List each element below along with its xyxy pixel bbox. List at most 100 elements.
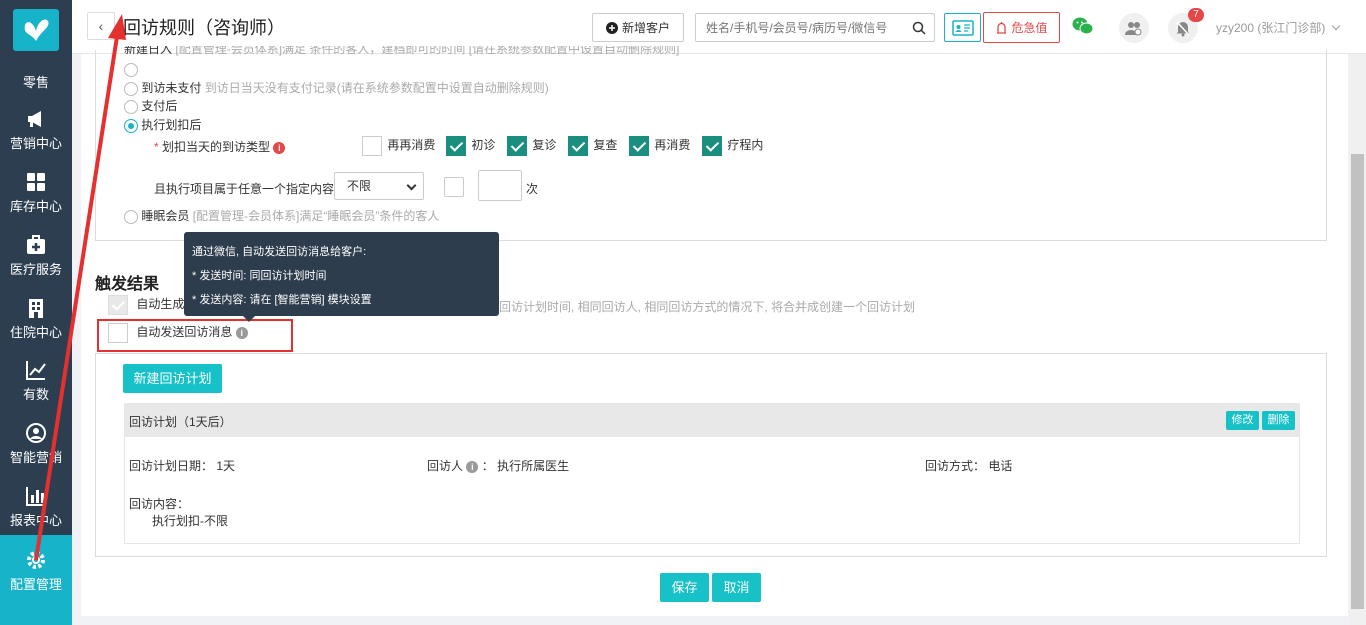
project-label: 且执行项目属于任意一个指定内容 — [154, 182, 335, 196]
unpaid-label: 到访未支付 — [141, 81, 202, 95]
sidebar-item-marketing[interactable]: 营销中心 — [0, 108, 72, 170]
sidebar-item-label: 住院中心 — [9, 325, 62, 340]
after-deduct-radio[interactable] — [124, 118, 138, 133]
bar-chart-icon — [26, 487, 45, 506]
sleep-member-label: 睡眠会员 — [141, 209, 190, 223]
project-select[interactable]: 不限 — [334, 172, 424, 200]
chevron-down-icon — [406, 180, 417, 191]
unpaid-row: 到访未支付 到访日当天没有支付记录(请在系统参数配置中设置自动删除规则) — [124, 79, 549, 96]
visit-type-option[interactable]: 复诊 — [507, 136, 556, 156]
clipped-condition-hint: [配置管理-会员体系]满足 条件的客人，建档即可的时间 [请在系统参数配置中设置… — [175, 46, 680, 56]
auto-create-checkbox — [108, 295, 128, 315]
visit-type-option-label: 再消费 — [654, 138, 691, 153]
tooltip-line: * 发送内容: 请在 [智能营销] 模块设置 — [192, 294, 372, 306]
visit-plan-header: 回访计划（1天后） 修改 删除 — [125, 404, 1299, 437]
sidebar-item-label: 营销中心 — [9, 136, 62, 151]
plan-visitor-label: 回访人 — [427, 459, 464, 473]
after-deduct-row: 执行划扣后 — [124, 116, 201, 133]
visit-type-option[interactable]: 初诊 — [446, 136, 495, 156]
megaphone-icon — [28, 111, 41, 127]
bell-off-icon — [1176, 20, 1190, 36]
visit-type-checkbox[interactable] — [568, 136, 588, 156]
wechat-icon[interactable] — [1072, 16, 1094, 36]
sidebar-item-label: 报表中心 — [9, 513, 62, 528]
blank-radio-row — [124, 62, 138, 77]
visit-type-option[interactable]: 疗程内 — [702, 136, 763, 156]
new-visit-plan-button[interactable]: 新建回访计划 — [123, 364, 222, 393]
sidebar: 零售 营销中心 库存中心 医疗服务 住院中心 有数 智能营销 报表中心 配置管理 — [0, 0, 72, 625]
back-button[interactable]: ‹ — [87, 12, 115, 40]
visit-type-checkbox[interactable] — [362, 136, 382, 156]
visit-type-checkbox[interactable] — [702, 136, 722, 156]
new-customer-button[interactable]: 新增客户 — [592, 13, 684, 42]
auto-create-row: 自动生成 — [108, 295, 184, 315]
blank-radio[interactable] — [124, 62, 138, 77]
after-pay-radio[interactable] — [124, 99, 138, 114]
sidebar-item-config[interactable]: 配置管理 — [0, 535, 72, 625]
sidebar-item-label: 医疗服务 — [9, 262, 62, 277]
visit-plan-card: 回访计划（1天后） 修改 删除 回访计划日期： 1天 回访人 i ： 执行所属医… — [124, 403, 1300, 544]
new-customer-label: 新增客户 — [621, 21, 670, 35]
plan-method: 回访方式： 电话 — [925, 457, 1012, 474]
critical-value-label: 危急值 — [1011, 21, 1048, 35]
hospital-icon — [29, 299, 43, 318]
critical-value-button[interactable]: 危急值 — [983, 12, 1060, 43]
team-icon — [1125, 22, 1142, 36]
sidebar-item-label: 智能营销 — [9, 450, 62, 465]
plan-visitor: 回访人 i ： 执行所属医生 — [427, 459, 570, 473]
team-button[interactable] — [1119, 13, 1149, 43]
edit-plan-button[interactable]: 修改 — [1226, 411, 1259, 430]
visit-plan-panel: 新建回访计划 回访计划（1天后） 修改 删除 回访计划日期： 1天 回访人 i … — [95, 353, 1327, 557]
times-unit: 次 — [526, 182, 539, 196]
after-pay-row: 支付后 — [124, 97, 177, 114]
project-checkbox[interactable] — [444, 177, 464, 197]
delete-plan-button[interactable]: 删除 — [1262, 411, 1295, 430]
info-icon[interactable]: i — [466, 460, 479, 473]
plan-visitor-value: 执行所属医生 — [497, 459, 570, 473]
unpaid-radio[interactable] — [124, 81, 138, 96]
visit-type-option[interactable]: 再消费 — [629, 136, 690, 156]
clipped-condition-row: 新建日入 [配置管理-会员体系]满足 条件的客人，建档即可的时间 [请在系统参数… — [124, 46, 679, 56]
times-input[interactable] — [478, 170, 522, 201]
sleep-member-radio[interactable] — [124, 209, 138, 224]
sidebar-item-inpatient[interactable]: 住院中心 — [0, 297, 72, 359]
auto-create-hint: 回访计划时间, 相同回访人, 相同回访方式的情况下, 将合并成创建一个回访计划 — [499, 300, 916, 314]
sidebar-item-label: 库存中心 — [9, 199, 62, 214]
visit-type-option[interactable]: 再再消费 — [362, 136, 435, 156]
user-menu[interactable]: yzy200 (张江门诊部) — [1216, 19, 1340, 36]
sidebar-item-smart-marketing[interactable]: 智能营销 — [0, 422, 72, 484]
sidebar-item-medical[interactable]: 医疗服务 — [0, 234, 72, 296]
visit-type-checkbox[interactable] — [446, 136, 466, 156]
sidebar-item-data[interactable]: 有数 — [0, 359, 72, 421]
rule-conditions-panel: 新建日入 [配置管理-会员体系]满足 条件的客人，建档即可的时间 [请在系统参数… — [95, 46, 1327, 241]
tooltip-line: * 发送时间: 同回访计划时间 — [192, 270, 327, 282]
info-icon[interactable]: i — [273, 141, 286, 154]
auto-create-label: 自动生成 — [136, 297, 185, 312]
auto-send-tooltip: 通过微信, 自动发送回访消息给客户: * 发送时间: 同回访计划时间 * 发送内… — [184, 232, 499, 322]
plan-date-value: 1天 — [216, 459, 236, 473]
main-content: 新建日入 [配置管理-会员体系]满足 条件的客人，建档即可的时间 [请在系统参数… — [81, 46, 1348, 616]
visit-type-checkbox[interactable] — [507, 136, 527, 156]
search-icon[interactable] — [912, 21, 926, 35]
id-card-icon — [951, 19, 974, 36]
butterfly-logo-icon — [24, 19, 49, 41]
visit-type-option-label: 再再消费 — [387, 138, 436, 153]
plan-date: 回访计划日期： 1天 — [129, 457, 235, 474]
visit-type-checkbox[interactable] — [629, 136, 649, 156]
sidebar-item-inventory[interactable]: 库存中心 — [0, 171, 72, 233]
save-button[interactable]: 保存 — [660, 573, 709, 602]
page-scrollbar[interactable] — [1349, 54, 1366, 625]
id-card-button[interactable] — [944, 13, 981, 42]
visit-type-option[interactable]: 复查 — [568, 136, 617, 156]
plan-method-label: 回访方式： — [925, 459, 986, 473]
sleep-member-hint: [配置管理-会员体系]满足“睡眠会员”条件的客人 — [192, 209, 440, 223]
app-logo[interactable] — [13, 9, 59, 51]
search-input[interactable] — [696, 14, 896, 41]
visit-type-label: 划扣当天的到访类型 — [162, 140, 271, 154]
scrollbar-thumb[interactable] — [1351, 154, 1364, 609]
visit-type-option-label: 初诊 — [471, 138, 496, 153]
grid-icon — [27, 173, 45, 191]
user-name: yzy200 (张江门诊部) — [1216, 21, 1326, 35]
cancel-button[interactable]: 取消 — [712, 573, 761, 602]
unpaid-hint: 到访日当天没有支付记录(请在系统参数配置中设置自动删除规则) — [204, 81, 549, 95]
